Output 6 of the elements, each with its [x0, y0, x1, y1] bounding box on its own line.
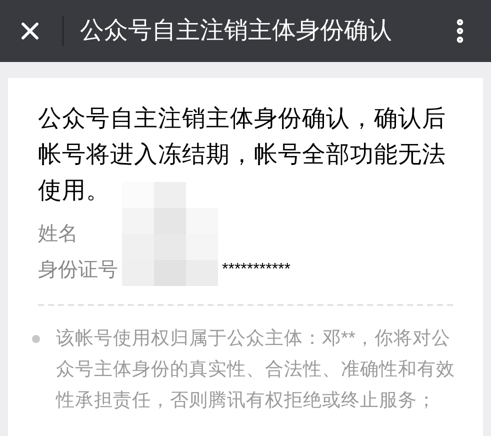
field-label: 姓名: [38, 222, 78, 247]
window-title: 公众号自主注销主体身份确认: [80, 16, 393, 46]
field-label: 身份证号: [38, 258, 118, 283]
field-value: ***********: [222, 260, 290, 280]
bullet-text: 该帐号使用权归属于公众主体：邓**，你将对公众号主体身份的真实性、合法性、准确性和有效性承担责任，否则腾讯有权拒绝或终止服务；: [56, 326, 456, 412]
notice-text: 公众号自主注销主体身份确认，确认后帐号将进入冻结期，帐号全部功能无法使用。: [38, 104, 447, 205]
